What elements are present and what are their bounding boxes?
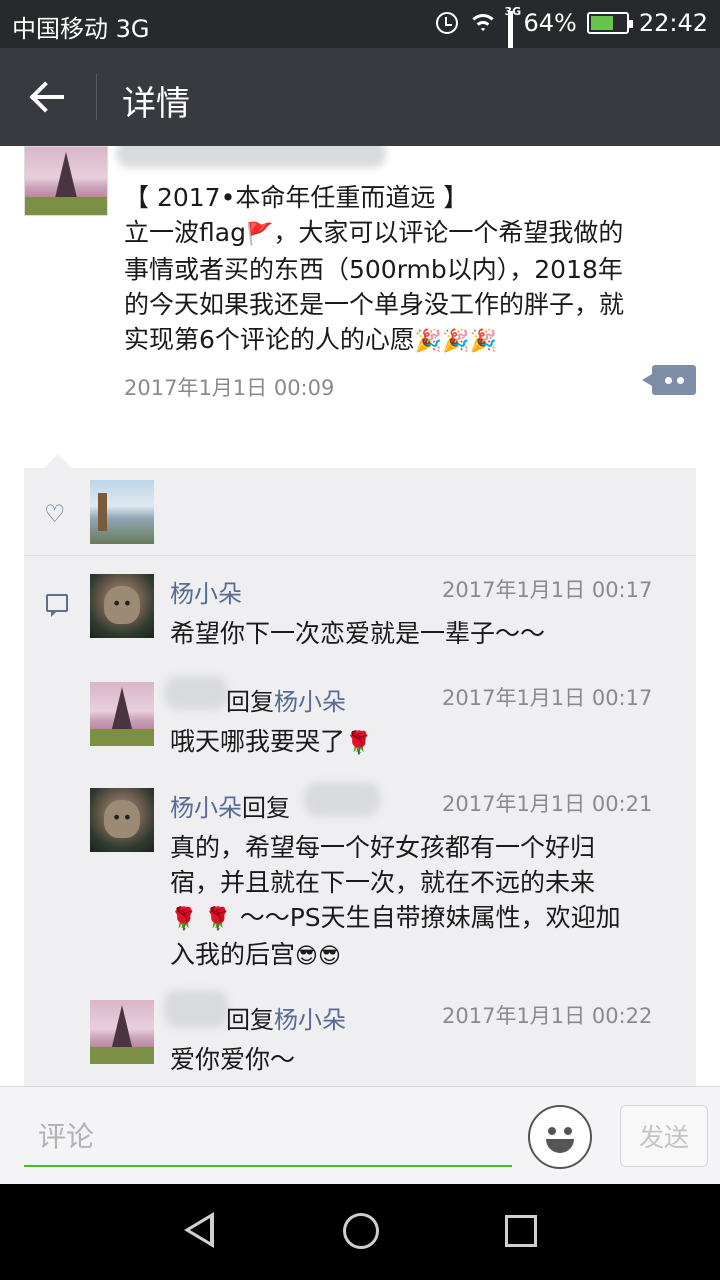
comment-line: 哦天哪我要哭了 xyxy=(170,727,346,756)
comment-item[interactable]: 杨小朵回复 2017年1月1日 00:21 真的，希望每一个好女孩都有一个好归 … xyxy=(90,782,696,978)
post-author-avatar[interactable] xyxy=(24,146,108,216)
comment-text: 真的，希望每一个好女孩都有一个好归 宿，并且就在下一次，就在不远的未来 🌹 🌹 … xyxy=(170,830,670,974)
battery-percent: 64% xyxy=(523,9,577,37)
comment-timestamp: 2017年1月1日 00:17 xyxy=(442,578,653,602)
heart-icon: ♡ xyxy=(44,500,66,528)
comment-line: 入我的后宫 xyxy=(170,940,296,969)
interaction-panel: ♡ 杨小朵 2017年1月1日 00:17 希望你下一次恋爱就是一辈子～～ 回复… xyxy=(24,468,696,1086)
back-arrow-icon xyxy=(32,95,64,99)
comment-line: 真的，希望每一个好女孩都有一个好归 xyxy=(170,833,596,862)
back-button[interactable] xyxy=(16,68,80,126)
nav-back-icon[interactable] xyxy=(184,1212,214,1248)
carrier-name: 中国移动 3G xyxy=(12,15,150,43)
comment-timestamp: 2017年1月1日 00:22 xyxy=(442,1004,653,1028)
signal-icon: 3G xyxy=(504,5,521,66)
panel-caret xyxy=(44,454,72,468)
rose-emoji: 🌹 🌹 xyxy=(170,907,232,932)
post-text: 【 2017•本命年任重而道远 】 立一波flag🚩，大家可以评论一个希望我做的… xyxy=(124,180,696,359)
reply-to-name[interactable]: 杨小朵 xyxy=(274,1006,346,1034)
commenter-avatar[interactable] xyxy=(90,574,154,638)
post-line: 实现第6个评论的人的心愿 xyxy=(124,325,415,354)
reply-to-name[interactable]: 杨小朵 xyxy=(274,688,346,716)
post-line: ，大家可以评论一个希望我做的 xyxy=(273,218,624,247)
post-line: 立一波flag xyxy=(124,218,246,247)
comment-text: 希望你下一次恋爱就是一辈子～～ xyxy=(170,619,546,648)
comment-item[interactable]: 回复杨小朵 2017年1月1日 00:22 爱你爱你～ xyxy=(90,990,696,1086)
clock: 22:42 xyxy=(638,9,708,37)
status-icons: 3G 64% 22:42 xyxy=(436,5,708,66)
commenter-name-redacted xyxy=(164,676,228,710)
network-type: 3G xyxy=(504,5,522,18)
post-timestamp: 2017年1月1日 00:09 xyxy=(124,376,335,400)
system-nav-bar xyxy=(0,1184,720,1280)
nav-home-icon[interactable] xyxy=(343,1213,379,1249)
reply-to-name-redacted xyxy=(304,782,380,816)
commenter-avatar[interactable] xyxy=(90,788,154,852)
post-line: 事情或者买的东西（500rmb以内），2018年 xyxy=(124,255,623,284)
post-line: 的今天如果我还是一个单身没工作的胖子，就 xyxy=(124,290,625,319)
battery-fill xyxy=(590,16,613,30)
comment-timestamp: 2017年1月1日 00:17 xyxy=(442,686,653,710)
emoji-button[interactable] xyxy=(528,1105,592,1169)
commenter-name-redacted xyxy=(164,990,228,1028)
post-line: 【 2017•本命年任重而道远 】 xyxy=(124,183,469,212)
nav-recent-icon[interactable] xyxy=(505,1215,537,1247)
battery-icon xyxy=(586,12,633,34)
comment-input-bar: 发送 xyxy=(0,1086,720,1184)
commenter-name[interactable]: 杨小朵 xyxy=(170,794,242,822)
post-detail[interactable]: 【 2017•本命年任重而道远 】 立一波flag🚩，大家可以评论一个希望我做的… xyxy=(0,146,720,1086)
more-actions-button[interactable] xyxy=(642,365,696,395)
alarm-icon xyxy=(436,12,459,34)
comment-item[interactable]: 杨小朵 2017年1月1日 00:17 希望你下一次恋爱就是一辈子～～ xyxy=(90,574,696,664)
reply-word: 回复 xyxy=(226,688,274,716)
page-title: 详情 xyxy=(122,84,190,124)
liker-avatar[interactable] xyxy=(90,480,154,544)
commenter-avatar[interactable] xyxy=(90,1000,154,1064)
comment-timestamp: 2017年1月1日 00:21 xyxy=(442,792,653,816)
comment-icon xyxy=(46,594,68,617)
comment-item[interactable]: 回复杨小朵 2017年1月1日 00:17 哦天哪我要哭了🌹 xyxy=(90,676,696,772)
commenter-name[interactable]: 杨小朵 xyxy=(170,580,242,608)
reply-word: 回复 xyxy=(242,794,290,822)
comment-text: 哦天哪我要哭了🌹 xyxy=(170,724,670,761)
wifi-icon xyxy=(468,12,499,34)
title-divider xyxy=(96,74,97,120)
title-bar: 详情 xyxy=(0,48,720,146)
reply-word: 回复 xyxy=(226,1006,274,1034)
commenter-avatar[interactable] xyxy=(90,682,154,746)
post-author-name-redacted xyxy=(116,146,386,168)
comment-input[interactable] xyxy=(24,1107,512,1167)
likes-row: ♡ xyxy=(24,468,696,556)
more-icon xyxy=(664,376,672,384)
rose-emoji: 🌹 xyxy=(345,731,373,756)
comment-line: ～～PS天生自带撩妹属性，欢迎加 xyxy=(239,903,621,932)
flag-emoji: 🚩 xyxy=(245,222,274,247)
comment-text: 爱你爱你～ xyxy=(170,1045,296,1074)
status-bar: 中国移动 3G 3G 64% 22:42 xyxy=(0,0,720,66)
cool-emoji: 😎😎 xyxy=(295,944,341,969)
party-emoji: 🎉🎉🎉 xyxy=(414,329,498,354)
send-button[interactable]: 发送 xyxy=(620,1105,708,1167)
comment-line: 宿，并且就在下一次，就在不远的未来 xyxy=(170,868,596,897)
